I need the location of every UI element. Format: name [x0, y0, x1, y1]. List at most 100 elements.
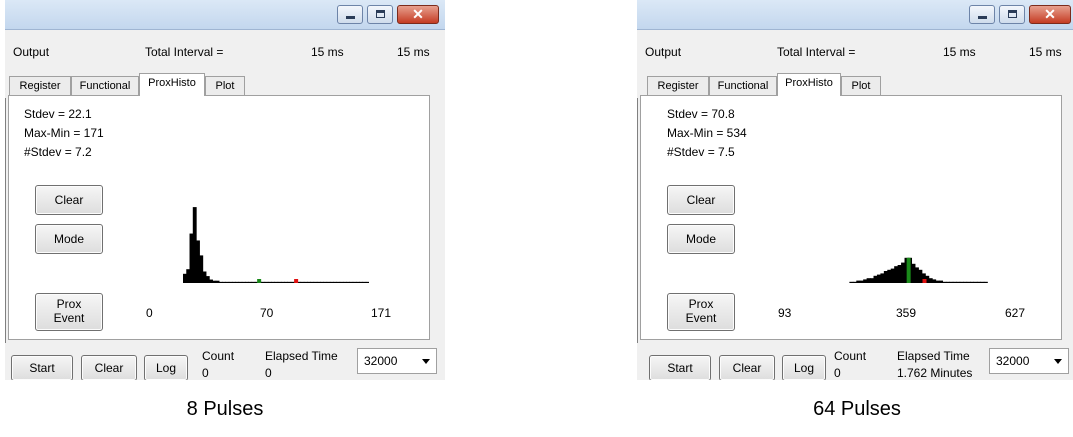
- maximize-icon: [1008, 10, 1017, 18]
- elapsed-time-label: Elapsed Time: [897, 349, 970, 363]
- count-value: 0: [202, 366, 209, 380]
- stdev-readout: Stdev = 22.1: [24, 107, 92, 121]
- clear-histogram-button[interactable]: Clear: [667, 185, 735, 215]
- histogram-bar: [956, 281, 961, 283]
- histogram-bar: [365, 281, 369, 283]
- left-divider: [5, 98, 7, 343]
- close-button[interactable]: ✕: [1029, 5, 1071, 24]
- histogram-window-64-pulses: ✕ Output Total Interval = 15 ms 15 ms Re…: [637, 0, 1073, 420]
- minimize-button[interactable]: [969, 5, 995, 24]
- histogram-bar: [856, 280, 861, 283]
- histogram-bar: [876, 274, 882, 283]
- close-icon: ✕: [1044, 6, 1056, 22]
- histogram-chart: [849, 257, 988, 283]
- chevron-down-icon: [1054, 359, 1062, 364]
- output-label: Output: [645, 45, 682, 59]
- elapsed-time-label: Elapsed Time: [265, 349, 338, 363]
- minimize-button[interactable]: [337, 5, 363, 24]
- num-stdev-readout: #Stdev = 7.5: [667, 145, 735, 159]
- tab-plot[interactable]: Plot: [841, 76, 881, 96]
- mode-button[interactable]: Mode: [35, 224, 103, 254]
- interval-value-2: 15 ms: [1029, 45, 1062, 59]
- axis-mid-label: 70: [260, 306, 274, 320]
- mean-marker: [257, 279, 262, 283]
- histogram-bar: [938, 280, 944, 283]
- limit-marker: [922, 279, 927, 283]
- histogram-bar: [945, 281, 950, 283]
- chevron-down-icon: [422, 359, 430, 364]
- start-button[interactable]: Start: [11, 355, 73, 380]
- histogram-bar: [969, 281, 975, 283]
- histogram-bar: [890, 268, 895, 283]
- histogram-bar: [976, 281, 981, 283]
- maximize-button[interactable]: [999, 5, 1025, 24]
- buffer-size-select[interactable]: 32000: [989, 348, 1069, 374]
- limit-marker: [294, 279, 299, 283]
- tab-proxhisto[interactable]: ProxHisto: [777, 73, 841, 96]
- mean-marker: [906, 257, 911, 283]
- histogram-bar: [873, 275, 878, 283]
- axis-min-label: 0: [146, 306, 153, 320]
- title-bar: ✕: [5, 0, 445, 30]
- title-bar: ✕: [637, 0, 1073, 30]
- histogram-window-8-pulses: ✕ Output Total Interval = 15 ms 15 ms Re…: [5, 0, 445, 420]
- mode-button[interactable]: Mode: [667, 224, 735, 254]
- max-min-readout: Max-Min = 534: [667, 126, 747, 140]
- prox-event-line1: Prox: [688, 297, 714, 311]
- histogram-bar: [966, 281, 971, 283]
- tab-plot[interactable]: Plot: [205, 76, 245, 96]
- histogram-bar: [935, 280, 940, 283]
- count-label: Count: [834, 349, 867, 363]
- log-button[interactable]: Log: [782, 355, 826, 380]
- app-window: ✕ Output Total Interval = 15 ms 15 ms Re…: [637, 0, 1073, 380]
- num-stdev-readout: #Stdev = 7.2: [24, 145, 92, 159]
- histogram-bar: [849, 281, 854, 283]
- histogram-bar: [887, 269, 892, 283]
- minimize-icon: [978, 16, 987, 19]
- histogram-bar: [963, 281, 968, 283]
- maximize-icon: [376, 10, 385, 18]
- tab-functional[interactable]: Functional: [71, 76, 139, 96]
- axis-max-label: 171: [371, 306, 392, 320]
- histogram-bar: [932, 279, 937, 283]
- start-button[interactable]: Start: [649, 355, 711, 380]
- histogram-bar: [918, 269, 923, 283]
- tab-register[interactable]: Register: [9, 76, 71, 96]
- tab-register[interactable]: Register: [647, 76, 709, 96]
- histogram-bar: [983, 281, 988, 283]
- interval-value-1: 15 ms: [311, 45, 344, 59]
- close-icon: ✕: [412, 6, 424, 22]
- histogram-bar: [859, 280, 864, 283]
- histogram-bar: [911, 263, 916, 283]
- total-interval-label: Total Interval =: [145, 45, 224, 59]
- count-value: 0: [834, 366, 841, 380]
- interval-value-1: 15 ms: [943, 45, 976, 59]
- histogram-bar: [870, 278, 875, 283]
- tab-functional[interactable]: Functional: [709, 76, 777, 96]
- histogram-bar: [897, 265, 902, 283]
- histogram-bar: [914, 267, 919, 283]
- interval-value-2: 15 ms: [397, 45, 430, 59]
- axis-mid-label: 359: [896, 306, 917, 320]
- max-min-readout: Max-Min = 171: [24, 126, 104, 140]
- clear-histogram-button[interactable]: Clear: [35, 185, 103, 215]
- histogram-bar: [866, 278, 871, 283]
- histogram-bar: [949, 281, 954, 283]
- prox-event-button[interactable]: Prox Event: [35, 293, 103, 331]
- minimize-icon: [346, 16, 355, 19]
- histogram-bar: [959, 281, 964, 283]
- histogram-bar: [901, 262, 906, 283]
- tab-proxhisto[interactable]: ProxHisto: [139, 73, 205, 96]
- histogram-bar: [942, 281, 947, 283]
- bottom-clear-button[interactable]: Clear: [81, 355, 137, 380]
- axis-max-label: 627: [1005, 306, 1026, 320]
- prox-event-button[interactable]: Prox Event: [667, 293, 735, 331]
- buffer-size-select[interactable]: 32000: [357, 348, 437, 374]
- bottom-clear-button[interactable]: Clear: [719, 355, 775, 380]
- buffer-size-value: 32000: [996, 354, 1030, 368]
- axis-min-label: 93: [778, 306, 792, 320]
- log-button[interactable]: Log: [144, 355, 188, 380]
- maximize-button[interactable]: [367, 5, 393, 24]
- histogram-bar: [973, 281, 978, 283]
- close-button[interactable]: ✕: [397, 5, 439, 24]
